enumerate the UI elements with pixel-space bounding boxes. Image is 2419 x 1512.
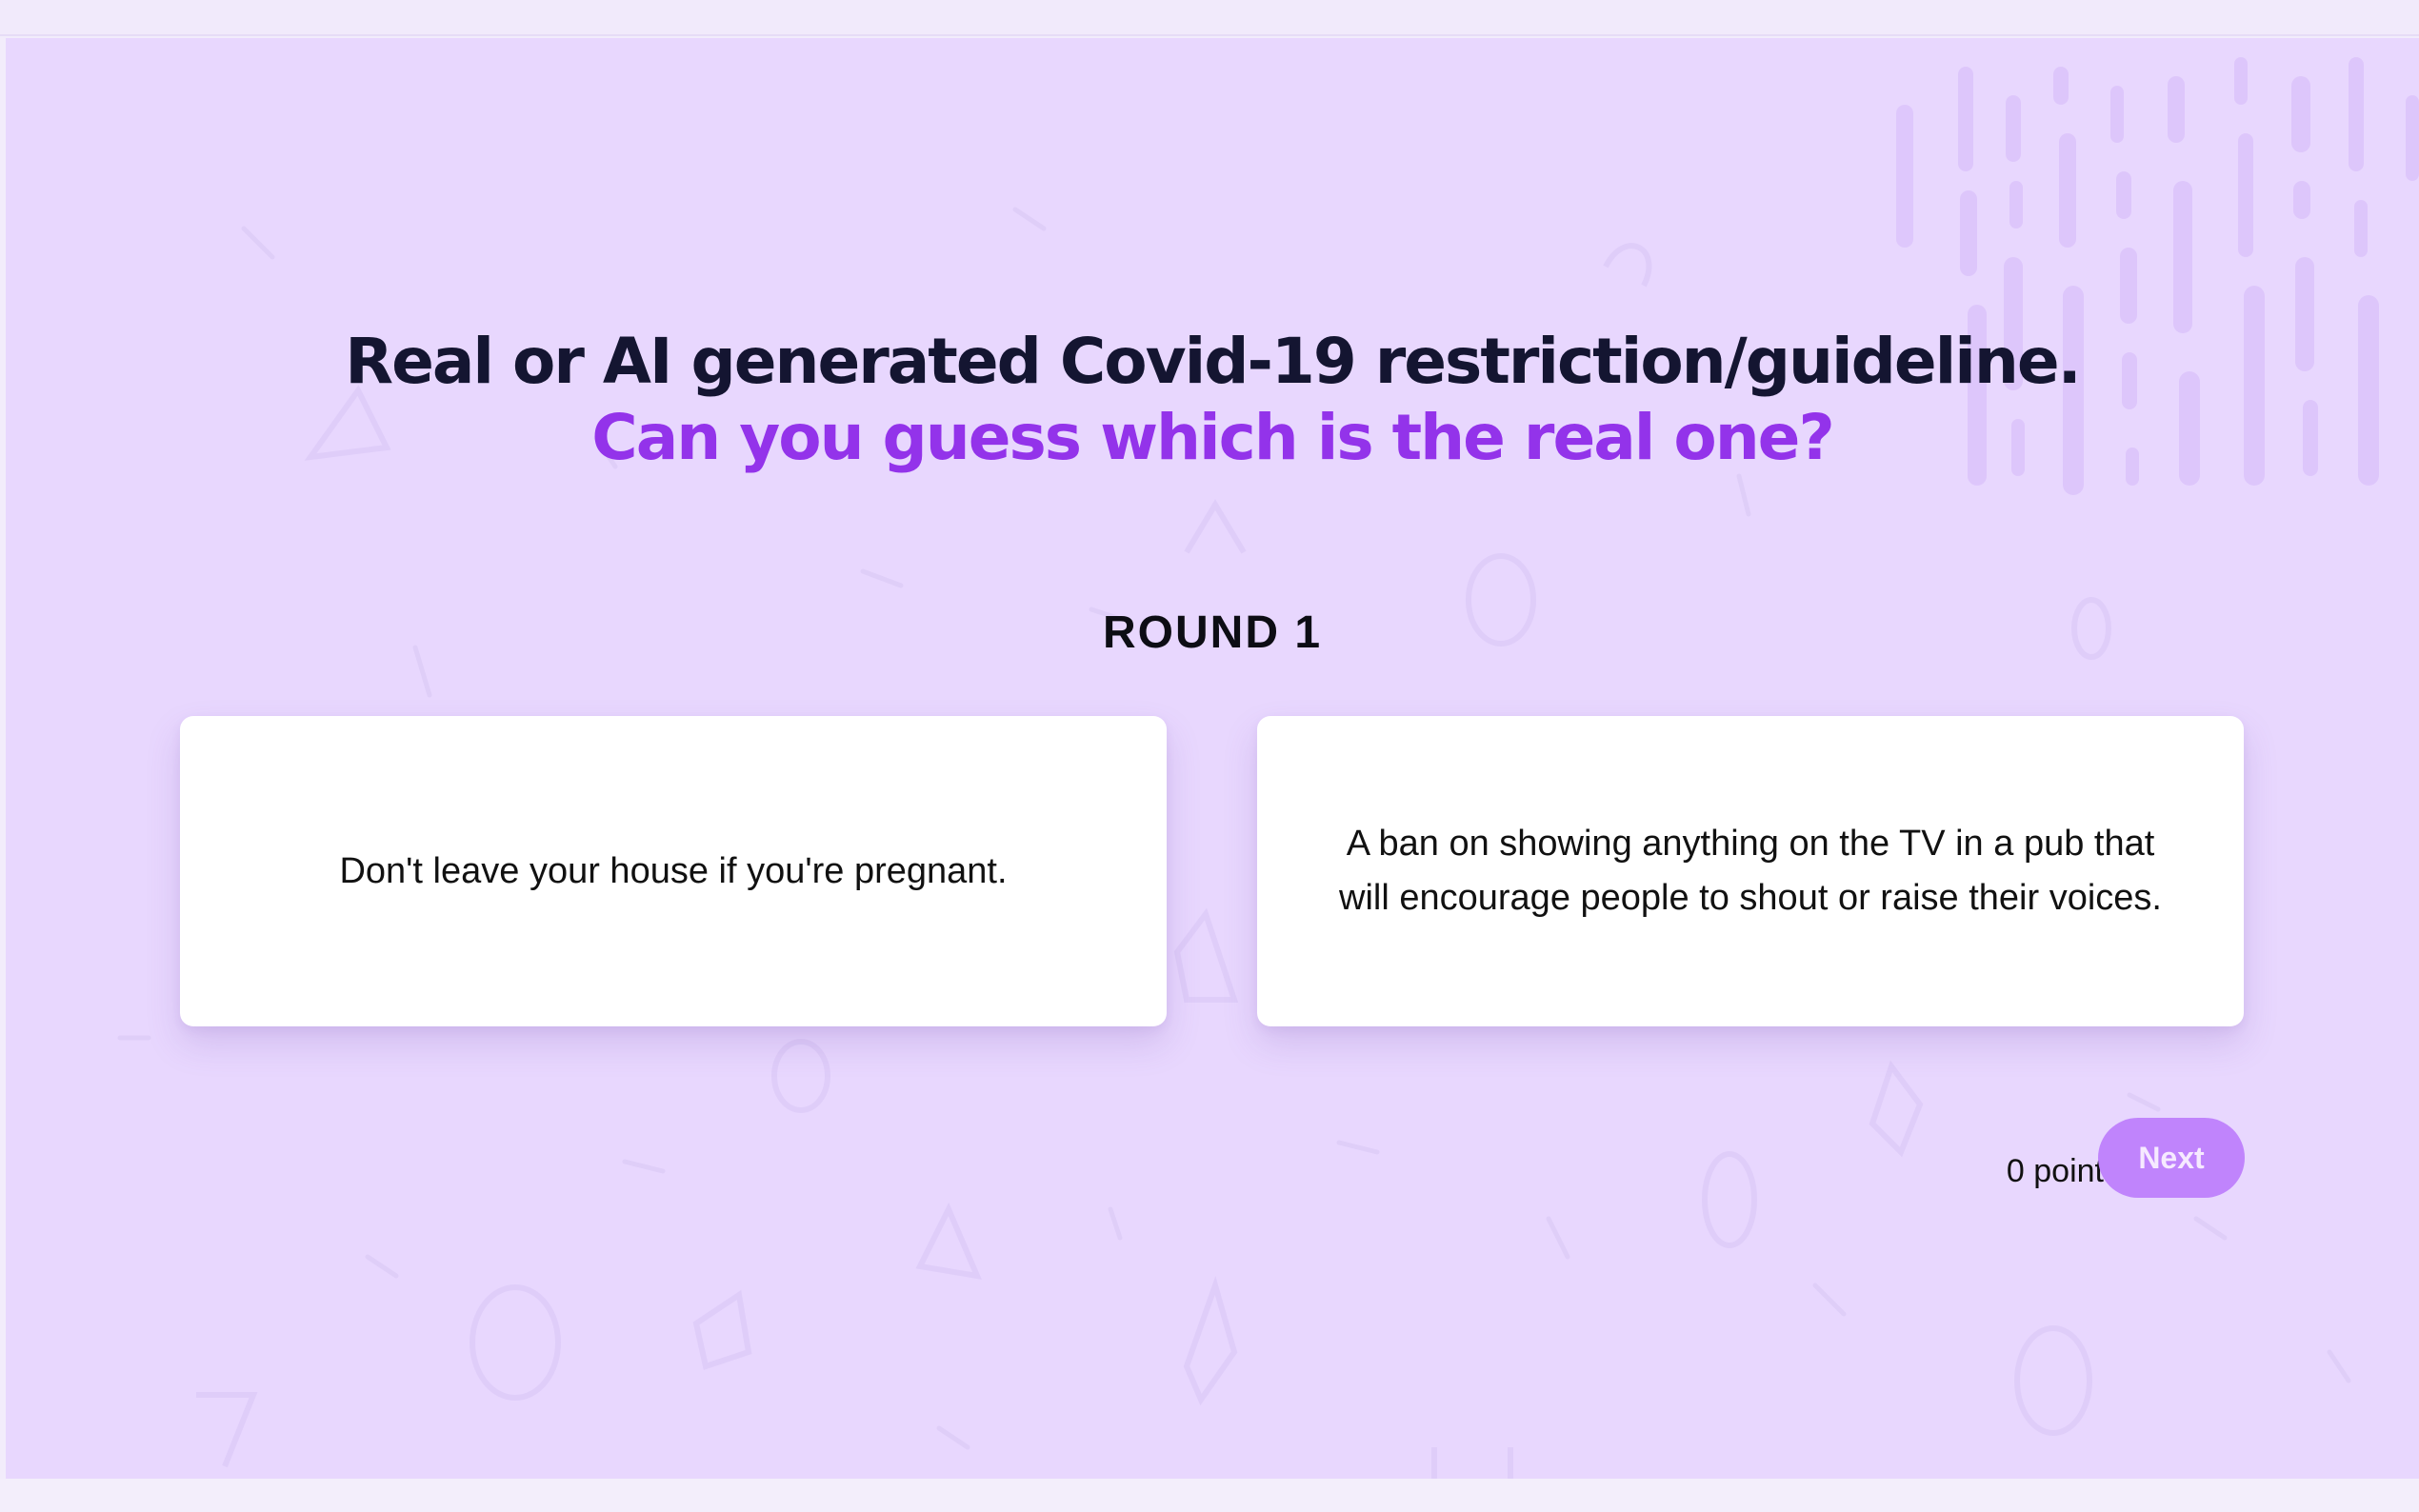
option-card-2[interactable]: A ban on showing anything on the TV in a… [1257, 716, 2244, 1026]
option-card-1[interactable]: Don't leave your house if you're pregnan… [180, 716, 1167, 1026]
option-card-2-text: A ban on showing anything on the TV in a… [1339, 824, 2162, 918]
page-title: Real or AI generated Covid-19 restrictio… [345, 325, 2081, 398]
browser-bottom-bar [0, 1479, 2419, 1512]
page-subtitle: Can you guess which is the real one? [591, 401, 1834, 474]
round-label: ROUND 1 [1102, 607, 1323, 658]
next-button[interactable]: Next [2098, 1118, 2245, 1198]
score-points: 0 points [2006, 1153, 2120, 1189]
browser-top-bar [0, 0, 2419, 36]
option-card-1-text: Don't leave your house if you're pregnan… [339, 850, 1008, 891]
quiz-page: Real or AI generated Covid-19 restrictio… [6, 38, 2419, 1479]
